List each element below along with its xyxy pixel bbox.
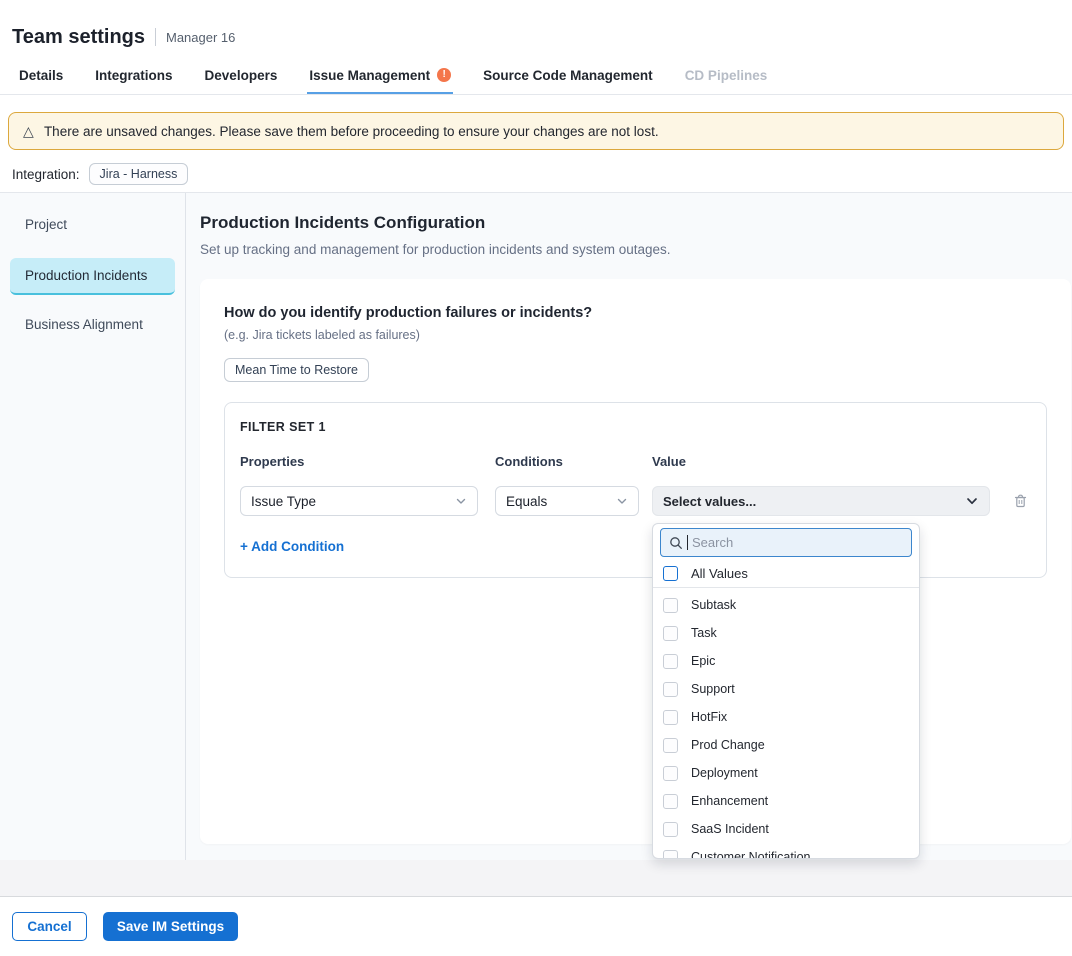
filter-condition-row: Issue Type Equals Select values... xyxy=(240,486,1031,516)
option-enhancement[interactable]: Enhancement xyxy=(653,787,919,815)
option-epic[interactable]: Epic xyxy=(653,647,919,675)
option-customer-notification[interactable]: Customer Notification xyxy=(653,843,919,859)
sidebar-item-project[interactable]: Project xyxy=(10,207,175,244)
value-dropdown-panel: All Values Subtask Task Epic Support Hot… xyxy=(652,523,920,859)
integration-chip[interactable]: Jira - Harness xyxy=(89,163,189,185)
sidebar-item-production-incidents[interactable]: Production Incidents xyxy=(10,258,175,295)
condition-select[interactable]: Equals xyxy=(495,486,639,516)
conditions-column-label: Conditions xyxy=(495,454,639,469)
team-name-label: Manager 16 xyxy=(166,30,235,45)
banner-wrap: △️ There are unsaved changes. Please sav… xyxy=(0,95,1072,150)
page-header: Team settings Manager 16 xyxy=(0,0,1072,58)
tab-developers[interactable]: Developers xyxy=(203,58,280,94)
value-column-label: Value xyxy=(652,454,990,469)
filter-set-box: FILTER SET 1 Properties Conditions Value… xyxy=(224,402,1047,578)
tab-bar: Details Integrations Developers Issue Ma… xyxy=(0,58,1072,95)
question-title: How do you identify production failures … xyxy=(224,305,1047,321)
tab-issue-management[interactable]: Issue Management ! xyxy=(307,58,453,94)
properties-column-label: Properties xyxy=(240,454,478,469)
cancel-button[interactable]: Cancel xyxy=(12,912,87,941)
checkbox[interactable] xyxy=(663,682,678,697)
settings-sidebar: Project Production Incidents Business Al… xyxy=(0,193,186,860)
text-caret xyxy=(687,535,688,550)
warning-triangle-icon: △️ xyxy=(23,124,35,138)
banner-text: There are unsaved changes. Please save t… xyxy=(44,124,659,139)
section-title: Production Incidents Configuration xyxy=(200,213,1071,233)
checkbox[interactable] xyxy=(663,794,678,809)
property-select[interactable]: Issue Type xyxy=(240,486,478,516)
alert-badge-icon: ! xyxy=(437,68,451,82)
checkbox[interactable] xyxy=(663,598,678,613)
unsaved-changes-banner: △️ There are unsaved changes. Please sav… xyxy=(8,112,1064,150)
checkbox[interactable] xyxy=(663,626,678,641)
chevron-down-icon xyxy=(616,495,628,507)
integration-label: Integration: xyxy=(12,167,80,182)
title-divider xyxy=(155,28,156,46)
footer-action-bar: Cancel Save IM Settings xyxy=(0,897,1072,956)
option-all-values[interactable]: All Values xyxy=(653,560,919,588)
tab-integrations[interactable]: Integrations xyxy=(93,58,174,94)
option-support[interactable]: Support xyxy=(653,675,919,703)
save-im-settings-button[interactable]: Save IM Settings xyxy=(103,912,238,941)
option-subtask[interactable]: Subtask xyxy=(653,591,919,619)
filter-column-labels: Properties Conditions Value xyxy=(240,454,1031,469)
checkbox[interactable] xyxy=(663,766,678,781)
option-deployment[interactable]: Deployment xyxy=(653,759,919,787)
sidebar-item-business-alignment[interactable]: Business Alignment xyxy=(10,307,175,344)
value-multiselect[interactable]: Select values... xyxy=(652,486,990,516)
tab-details[interactable]: Details xyxy=(17,58,65,94)
integration-row: Integration: Jira - Harness xyxy=(0,150,1072,192)
bottom-strip xyxy=(0,860,1072,897)
tab-cd-pipelines: CD Pipelines xyxy=(683,58,770,94)
chevron-down-icon xyxy=(965,494,979,508)
content-area: Project Production Incidents Business Al… xyxy=(0,192,1072,860)
chevron-down-icon xyxy=(455,495,467,507)
add-condition-button[interactable]: + Add Condition xyxy=(240,539,344,554)
checkbox[interactable] xyxy=(663,710,678,725)
config-card: How do you identify production failures … xyxy=(200,279,1071,844)
filter-set-title: FILTER SET 1 xyxy=(240,420,1031,434)
section-subtitle: Set up tracking and management for produ… xyxy=(200,242,1071,257)
checkbox-all-values[interactable] xyxy=(663,566,678,581)
checkbox[interactable] xyxy=(663,738,678,753)
trash-icon xyxy=(1013,493,1028,509)
option-hotfix[interactable]: HotFix xyxy=(653,703,919,731)
checkbox[interactable] xyxy=(663,654,678,669)
search-icon xyxy=(669,536,683,550)
dropdown-search-box xyxy=(660,528,912,557)
option-task[interactable]: Task xyxy=(653,619,919,647)
search-input[interactable] xyxy=(692,535,903,550)
metric-chip[interactable]: Mean Time to Restore xyxy=(224,358,369,382)
question-hint: (e.g. Jira tickets labeled as failures) xyxy=(224,328,1047,342)
delete-condition-button[interactable] xyxy=(1009,490,1031,512)
page-title: Team settings xyxy=(12,26,145,49)
checkbox[interactable] xyxy=(663,850,678,860)
option-saas-incident[interactable]: SaaS Incident xyxy=(653,815,919,843)
main-panel: Production Incidents Configuration Set u… xyxy=(186,193,1072,860)
option-prod-change[interactable]: Prod Change xyxy=(653,731,919,759)
tab-source-code-management[interactable]: Source Code Management xyxy=(481,58,655,94)
checkbox[interactable] xyxy=(663,822,678,837)
